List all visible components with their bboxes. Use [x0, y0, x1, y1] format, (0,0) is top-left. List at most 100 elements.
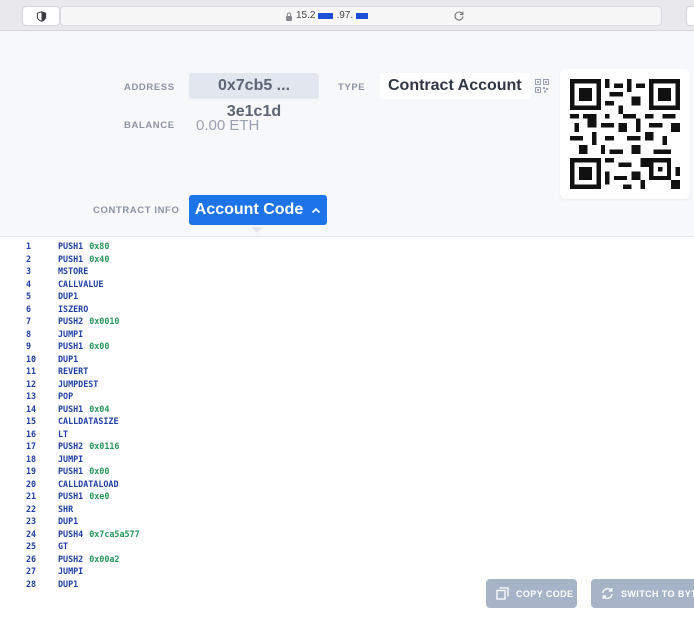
opcode-argument: 0x80: [89, 241, 110, 251]
opcode-name: JUMPI: [58, 453, 84, 464]
switch-to-bytecode-button[interactable]: SWITCH TO BYTE: [591, 579, 694, 608]
line-number: 16: [26, 428, 37, 439]
copy-code-label: COPY CODE: [516, 588, 574, 599]
tracking-protection-button[interactable]: [22, 6, 60, 26]
line-number: 23: [26, 516, 37, 526]
opcode: DUP1: [58, 290, 78, 302]
opcode-name: PUSH1: [58, 253, 84, 264]
opcode-argument: 0x7ca5a577: [89, 528, 140, 539]
line-number: 25: [26, 541, 37, 551]
line-number: 1: [26, 241, 32, 251]
opcode: DUP1: [58, 353, 78, 365]
opcode: JUMPDEST: [58, 378, 98, 390]
opcode-name: PUSH2: [58, 316, 84, 326]
line-number: 27: [26, 566, 37, 576]
account-code-toggle-button[interactable]: Account Code: [189, 195, 327, 225]
opcode-name: CALLVALUE: [58, 278, 104, 289]
opcode-argument: 0xe0: [89, 491, 110, 501]
opcode: DUP1: [58, 578, 78, 590]
line-number: 14: [26, 403, 37, 414]
opcode-name: LT: [58, 428, 69, 439]
opcode-name: DUP1: [58, 516, 79, 526]
chevron-up-icon: [312, 207, 321, 213]
opcode: LT: [58, 428, 68, 440]
line-number: 28: [26, 578, 37, 589]
bytecode-listing: 1 PUSH1 0x80 2 PUSH1 0x40 3 MSTORE 4 CALLVALUE 5 DU…: [0, 237, 694, 640]
opcode-name: JUMPDEST: [58, 378, 99, 389]
opcode-name: REVERT: [58, 366, 89, 376]
opcode-argument: 0x00: [89, 466, 110, 476]
balance-label: BALANCE: [124, 120, 175, 131]
line-number: 13: [26, 391, 37, 401]
address-bar[interactable]: 15.2 .97.: [60, 6, 662, 26]
toolbar-button[interactable]: [686, 6, 694, 26]
line-number: 2: [26, 253, 32, 264]
opcode: PUSH2 0x0010: [58, 315, 119, 327]
opcode-name: JUMPI: [58, 328, 84, 339]
qr-code-image: [570, 79, 680, 189]
opcode-name: DUP1: [58, 353, 79, 364]
opcode: GT: [58, 540, 68, 552]
copy-code-button[interactable]: COPY CODE: [486, 579, 577, 608]
url-middle: .97.: [336, 10, 354, 21]
opcode-name: GT: [58, 541, 69, 551]
line-number: 15: [26, 416, 37, 426]
contract-info-label: CONTRACT INFO: [93, 205, 180, 216]
opcode: PUSH4 0x7ca5a577: [58, 528, 140, 540]
opcode-argument: 0x00: [89, 341, 110, 351]
opcode: PUSH1 0x40: [58, 253, 109, 265]
line-number: 3: [26, 266, 32, 276]
line-number: 8: [26, 328, 32, 339]
opcode: ISZERO: [58, 303, 88, 315]
line-number: 9: [26, 341, 32, 351]
line-number: 24: [26, 528, 37, 539]
opcode-name: DUP1: [58, 578, 79, 589]
line-number: 10: [26, 353, 37, 364]
opcode-name: PUSH2: [58, 553, 84, 564]
opcode-name: PUSH1: [58, 241, 84, 251]
opcode-name: ISZERO: [58, 303, 89, 314]
opcode-name: PUSH2: [58, 441, 84, 451]
redaction-mark: [356, 13, 369, 19]
address-label: ADDRESS: [124, 82, 175, 93]
line-number: 5: [26, 291, 32, 301]
qr-code-card: [560, 69, 690, 199]
opcode: CALLVALUE: [58, 278, 103, 290]
opcode-argument: 0x0116: [89, 441, 120, 451]
opcode-argument: 0x00a2: [89, 553, 120, 564]
opcode: REVERT: [58, 365, 88, 377]
opcode: POP: [58, 390, 73, 402]
opcode: PUSH1 0x00: [58, 465, 109, 477]
line-number: 26: [26, 553, 37, 564]
browser-toolbar: 15.2 .97.: [0, 0, 694, 31]
redaction-mark: [318, 13, 334, 19]
line-number: 20: [26, 478, 37, 489]
type-value: Contract Account: [380, 73, 530, 99]
qr-code-icon[interactable]: [535, 79, 549, 93]
opcode-name: POP: [58, 391, 74, 401]
account-code-button-label: Account Code: [194, 201, 304, 218]
opcode: MSTORE: [58, 265, 88, 277]
line-number: 17: [26, 441, 37, 451]
line-number: 4: [26, 278, 32, 289]
opcode: SHR: [58, 503, 73, 515]
line-number: 12: [26, 378, 37, 389]
opcode-name: PUSH4: [58, 528, 84, 539]
line-number: 19: [26, 466, 37, 476]
opcode-argument: 0x04: [89, 403, 110, 414]
lock-icon: [286, 11, 292, 21]
reload-icon[interactable]: [453, 10, 465, 22]
opcode: PUSH1 0x80: [58, 240, 109, 252]
shield-icon: [36, 10, 46, 22]
switch-to-bytecode-label: SWITCH TO BYTE: [621, 588, 694, 599]
switch-arrows-icon: [602, 588, 613, 599]
url-display: 15.2 .97.: [285, 7, 369, 25]
opcode-name: CALLDATALOAD: [58, 478, 119, 489]
opcode: JUMPI: [58, 565, 83, 577]
line-number: 21: [26, 491, 37, 501]
opcode-name: CALLDATASIZE: [58, 416, 119, 426]
opcode: PUSH1 0xe0: [58, 490, 109, 502]
opcode-name: PUSH1: [58, 341, 84, 351]
line-number: 11: [26, 366, 37, 376]
address-value[interactable]: 0x7cb5 ... 3e1c1d: [189, 73, 319, 120]
